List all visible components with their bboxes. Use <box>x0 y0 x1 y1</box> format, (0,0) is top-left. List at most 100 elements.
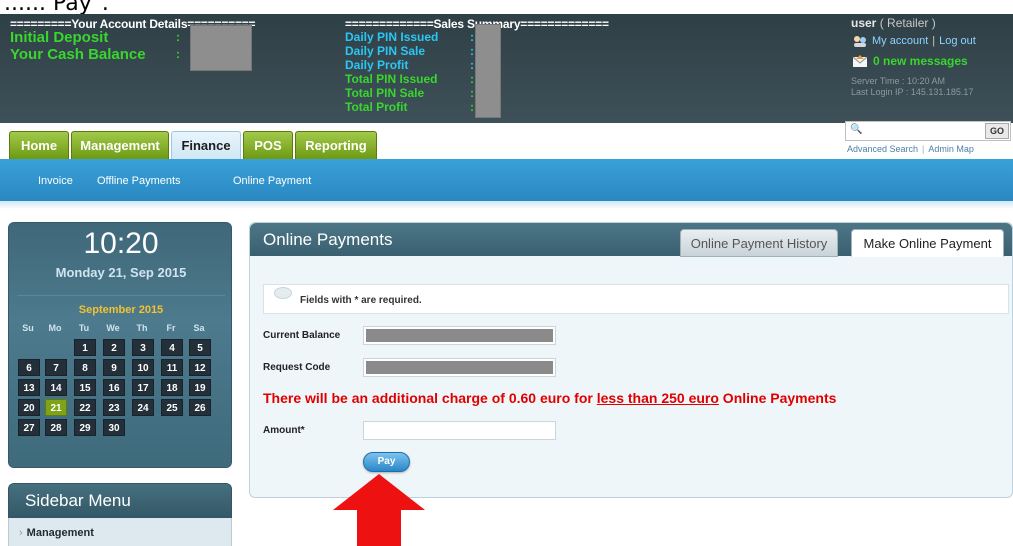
calendar-day[interactable]: 25 <box>161 399 183 416</box>
calendar-day[interactable]: 20 <box>18 399 40 416</box>
admin-map-link[interactable]: Admin Map <box>928 144 974 154</box>
colon: : <box>470 30 474 44</box>
subnav-offline-payments[interactable]: Offline Payments <box>97 175 181 187</box>
link-separator: | <box>922 144 925 154</box>
messages-count: 0 new messages <box>873 54 968 68</box>
calendar-day[interactable]: 3 <box>132 339 154 356</box>
calendar-day[interactable]: 24 <box>132 399 154 416</box>
calendar-day[interactable]: 14 <box>45 379 67 396</box>
online-payments-panel: Online Payments Online Payment History M… <box>249 222 1013 498</box>
colon: : <box>176 47 180 61</box>
calendar-day[interactable]: 28 <box>45 419 67 436</box>
calendar-day[interactable]: 6 <box>18 359 40 376</box>
initial-deposit-label: Initial Deposit <box>10 29 109 46</box>
tab-finance[interactable]: Finance <box>171 131 241 160</box>
go-button[interactable]: GO <box>985 123 1009 139</box>
calendar-day[interactable]: 8 <box>74 359 96 376</box>
chevron-right-icon: › <box>19 527 23 539</box>
clock-widget: 10:20 Monday 21, Sep 2015 September 2015… <box>8 222 232 468</box>
subnav-shadow <box>0 201 1013 209</box>
envelope-icon <box>852 55 868 67</box>
calendar-day[interactable]: 9 <box>103 359 125 376</box>
top-header: =========Your Account Details========== … <box>0 14 1013 123</box>
tab-pos[interactable]: POS <box>243 131 293 159</box>
search-links: Advanced Search | Admin Map <box>847 144 974 154</box>
panel-header: Online Payments Online Payment History M… <box>250 223 1012 257</box>
tab-management[interactable]: Management <box>71 131 169 159</box>
calendar-day[interactable]: 26 <box>189 399 211 416</box>
redacted-value <box>366 329 553 342</box>
link-separator: | <box>932 35 936 47</box>
calendar-day[interactable]: 12 <box>189 359 211 376</box>
calendar-day[interactable]: 17 <box>132 379 154 396</box>
calendar-day[interactable]: 16 <box>103 379 125 396</box>
current-balance-label: Current Balance <box>263 330 341 341</box>
screenshot-root: ...... Pay". =========Your Account Detai… <box>0 0 1013 546</box>
additional-charge-warning: There will be an additional charge of 0.… <box>263 390 836 406</box>
subnav-online-payment[interactable]: Online Payment <box>233 175 311 187</box>
search-input[interactable]: 🔍 GO <box>845 121 1011 141</box>
calendar-day[interactable]: 10 <box>132 359 154 376</box>
calendar-day[interactable]: 2 <box>103 339 125 356</box>
user-info: user ( Retailer ) <box>851 16 936 30</box>
tab-home[interactable]: Home <box>9 131 69 159</box>
amount-label: Amount* <box>263 425 305 436</box>
calendar-day[interactable]: 27 <box>18 419 40 436</box>
calendar-weekday-label: Th <box>136 323 148 333</box>
calendar-weekday-label: Mo <box>48 323 62 333</box>
my-account-link[interactable]: My account <box>872 35 928 47</box>
redacted-sales-values <box>475 24 501 118</box>
sidebar-item-label: Management <box>26 527 94 539</box>
daily-profit-label: Daily Profit <box>345 58 409 72</box>
clock-date: Monday 21, Sep 2015 <box>55 265 187 280</box>
user-role: ( Retailer ) <box>879 16 936 30</box>
calendar-day[interactable]: 4 <box>161 339 183 356</box>
calendar-day[interactable]: 30 <box>103 419 125 436</box>
calendar-day[interactable]: 7 <box>45 359 67 376</box>
daily-pin-issued-label: Daily PIN Issued <box>345 30 439 44</box>
colon: : <box>176 30 180 44</box>
cash-balance-label: Your Cash Balance <box>10 46 146 63</box>
amount-input[interactable] <box>363 421 556 440</box>
calendar-day[interactable]: 18 <box>161 379 183 396</box>
calendar-weekday-label: Tu <box>78 323 90 333</box>
messages-link[interactable]: 0 new messages <box>852 54 968 68</box>
calendar-day[interactable]: 22 <box>74 399 96 416</box>
charge-suffix: Online Payments <box>718 390 837 406</box>
calendar-day[interactable]: 13 <box>18 379 40 396</box>
calendar-day[interactable]: 1 <box>74 339 96 356</box>
notice-text: Fields with * are required. <box>300 295 422 306</box>
subnav-invoice[interactable]: Invoice <box>38 175 73 187</box>
sidebar-item-management[interactable]: › Management <box>19 527 94 539</box>
clock-time: 10:20 <box>83 227 159 260</box>
tab-reporting[interactable]: Reporting <box>295 131 377 159</box>
account-links: My account | Log out <box>852 35 976 47</box>
current-balance-field <box>363 326 556 345</box>
calendar-day[interactable]: 15 <box>74 379 96 396</box>
calendar-day[interactable]: 5 <box>189 339 211 356</box>
pay-button[interactable]: Pay <box>363 452 410 472</box>
calendar-day[interactable]: 19 <box>189 379 211 396</box>
advanced-search-link[interactable]: Advanced Search <box>847 144 918 154</box>
server-time: Server Time : 10:20 AM <box>851 76 946 86</box>
sidebar-menu: › Management <box>8 518 232 546</box>
user-name: user <box>851 16 877 30</box>
calendar-weekday-label: Sa <box>193 323 205 333</box>
sidebar-title: Sidebar Menu <box>25 491 131 510</box>
calendar: September 2015 Su Mo Tu We Th Fr Sa 1 2 3 4 5 6 7 8 9 10… <box>17 295 225 460</box>
tab-make-online-payment[interactable]: Make Online Payment <box>851 229 1004 257</box>
total-pin-sale-label: Total PIN Sale <box>345 86 425 100</box>
calendar-day[interactable]: 11 <box>161 359 183 376</box>
calendar-day[interactable]: 29 <box>74 419 96 436</box>
tab-online-payment-history[interactable]: Online Payment History <box>680 229 838 257</box>
calendar-month: September 2015 <box>78 304 164 316</box>
calendar-day-today[interactable]: 21 <box>45 399 67 416</box>
speech-bubble-icon <box>274 287 292 299</box>
colon: : <box>470 100 474 114</box>
request-code-field <box>363 358 556 377</box>
calendar-day[interactable]: 23 <box>103 399 125 416</box>
colon: : <box>470 58 474 72</box>
charge-threshold: less than 250 euro <box>596 390 719 406</box>
sub-navigation: Invoice Offline Payments Online Payment <box>0 159 1013 201</box>
logout-link[interactable]: Log out <box>939 35 976 47</box>
